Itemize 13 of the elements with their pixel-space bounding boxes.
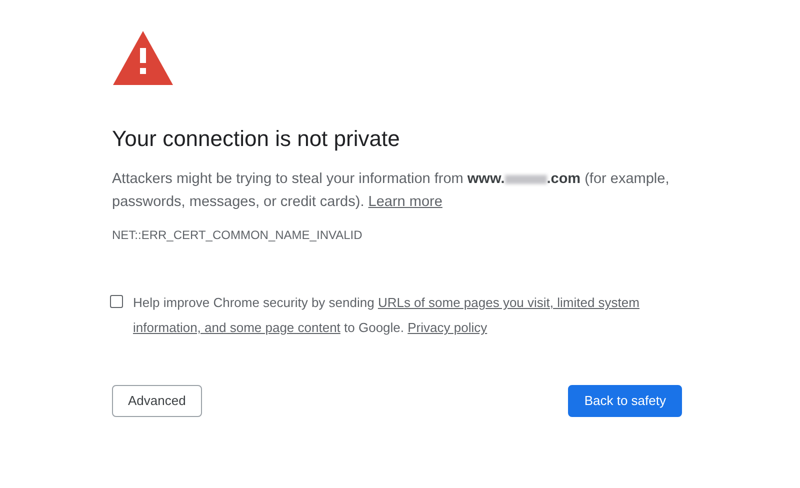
data-sharing-link[interactable]: information, and some page content <box>133 320 340 335</box>
advanced-button[interactable]: Advanced <box>112 385 202 417</box>
learn-more-link[interactable]: Learn more <box>368 194 442 210</box>
page-heading: Your connection is not private <box>112 125 401 153</box>
error-code: NET::ERR_CERT_COMMON_NAME_INVALID <box>112 227 364 244</box>
warning-message: Attackers might be trying to steal your information from www. .com (for example, passwords, messages, or credit cards). Learn more <box>112 170 670 212</box>
opt-in-text: Help improve Chrome security by sending URLs of some pages you visit, limited system information, and some page content to Google. Privacy policy <box>133 294 640 337</box>
redacted-blur <box>504 174 547 184</box>
back-to-safety-button[interactable]: Back to safety <box>568 385 682 417</box>
checkbox[interactable] <box>110 295 123 308</box>
data-sharing-link[interactable]: URLs of some pages you visit, limited system <box>378 295 640 310</box>
privacy-policy-link[interactable]: Privacy policy <box>408 320 488 335</box>
warning-icon <box>112 30 174 86</box>
